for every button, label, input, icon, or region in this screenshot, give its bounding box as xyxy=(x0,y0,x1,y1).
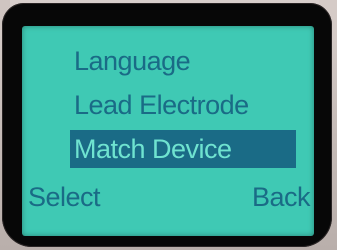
screen-bezel: Language Lead Electrode Match Device Sel… xyxy=(2,3,332,247)
device-body: Language Lead Electrode Match Device Sel… xyxy=(0,0,337,250)
menu-item-lead-electrode[interactable]: Lead Electrode xyxy=(74,86,249,124)
back-softkey[interactable]: Back xyxy=(252,178,311,216)
select-softkey[interactable]: Select xyxy=(28,178,101,216)
menu-item-match-device[interactable]: Match Device xyxy=(70,130,296,168)
menu-item-language[interactable]: Language xyxy=(74,42,191,80)
lcd-screen: Language Lead Electrode Match Device Sel… xyxy=(22,26,314,236)
